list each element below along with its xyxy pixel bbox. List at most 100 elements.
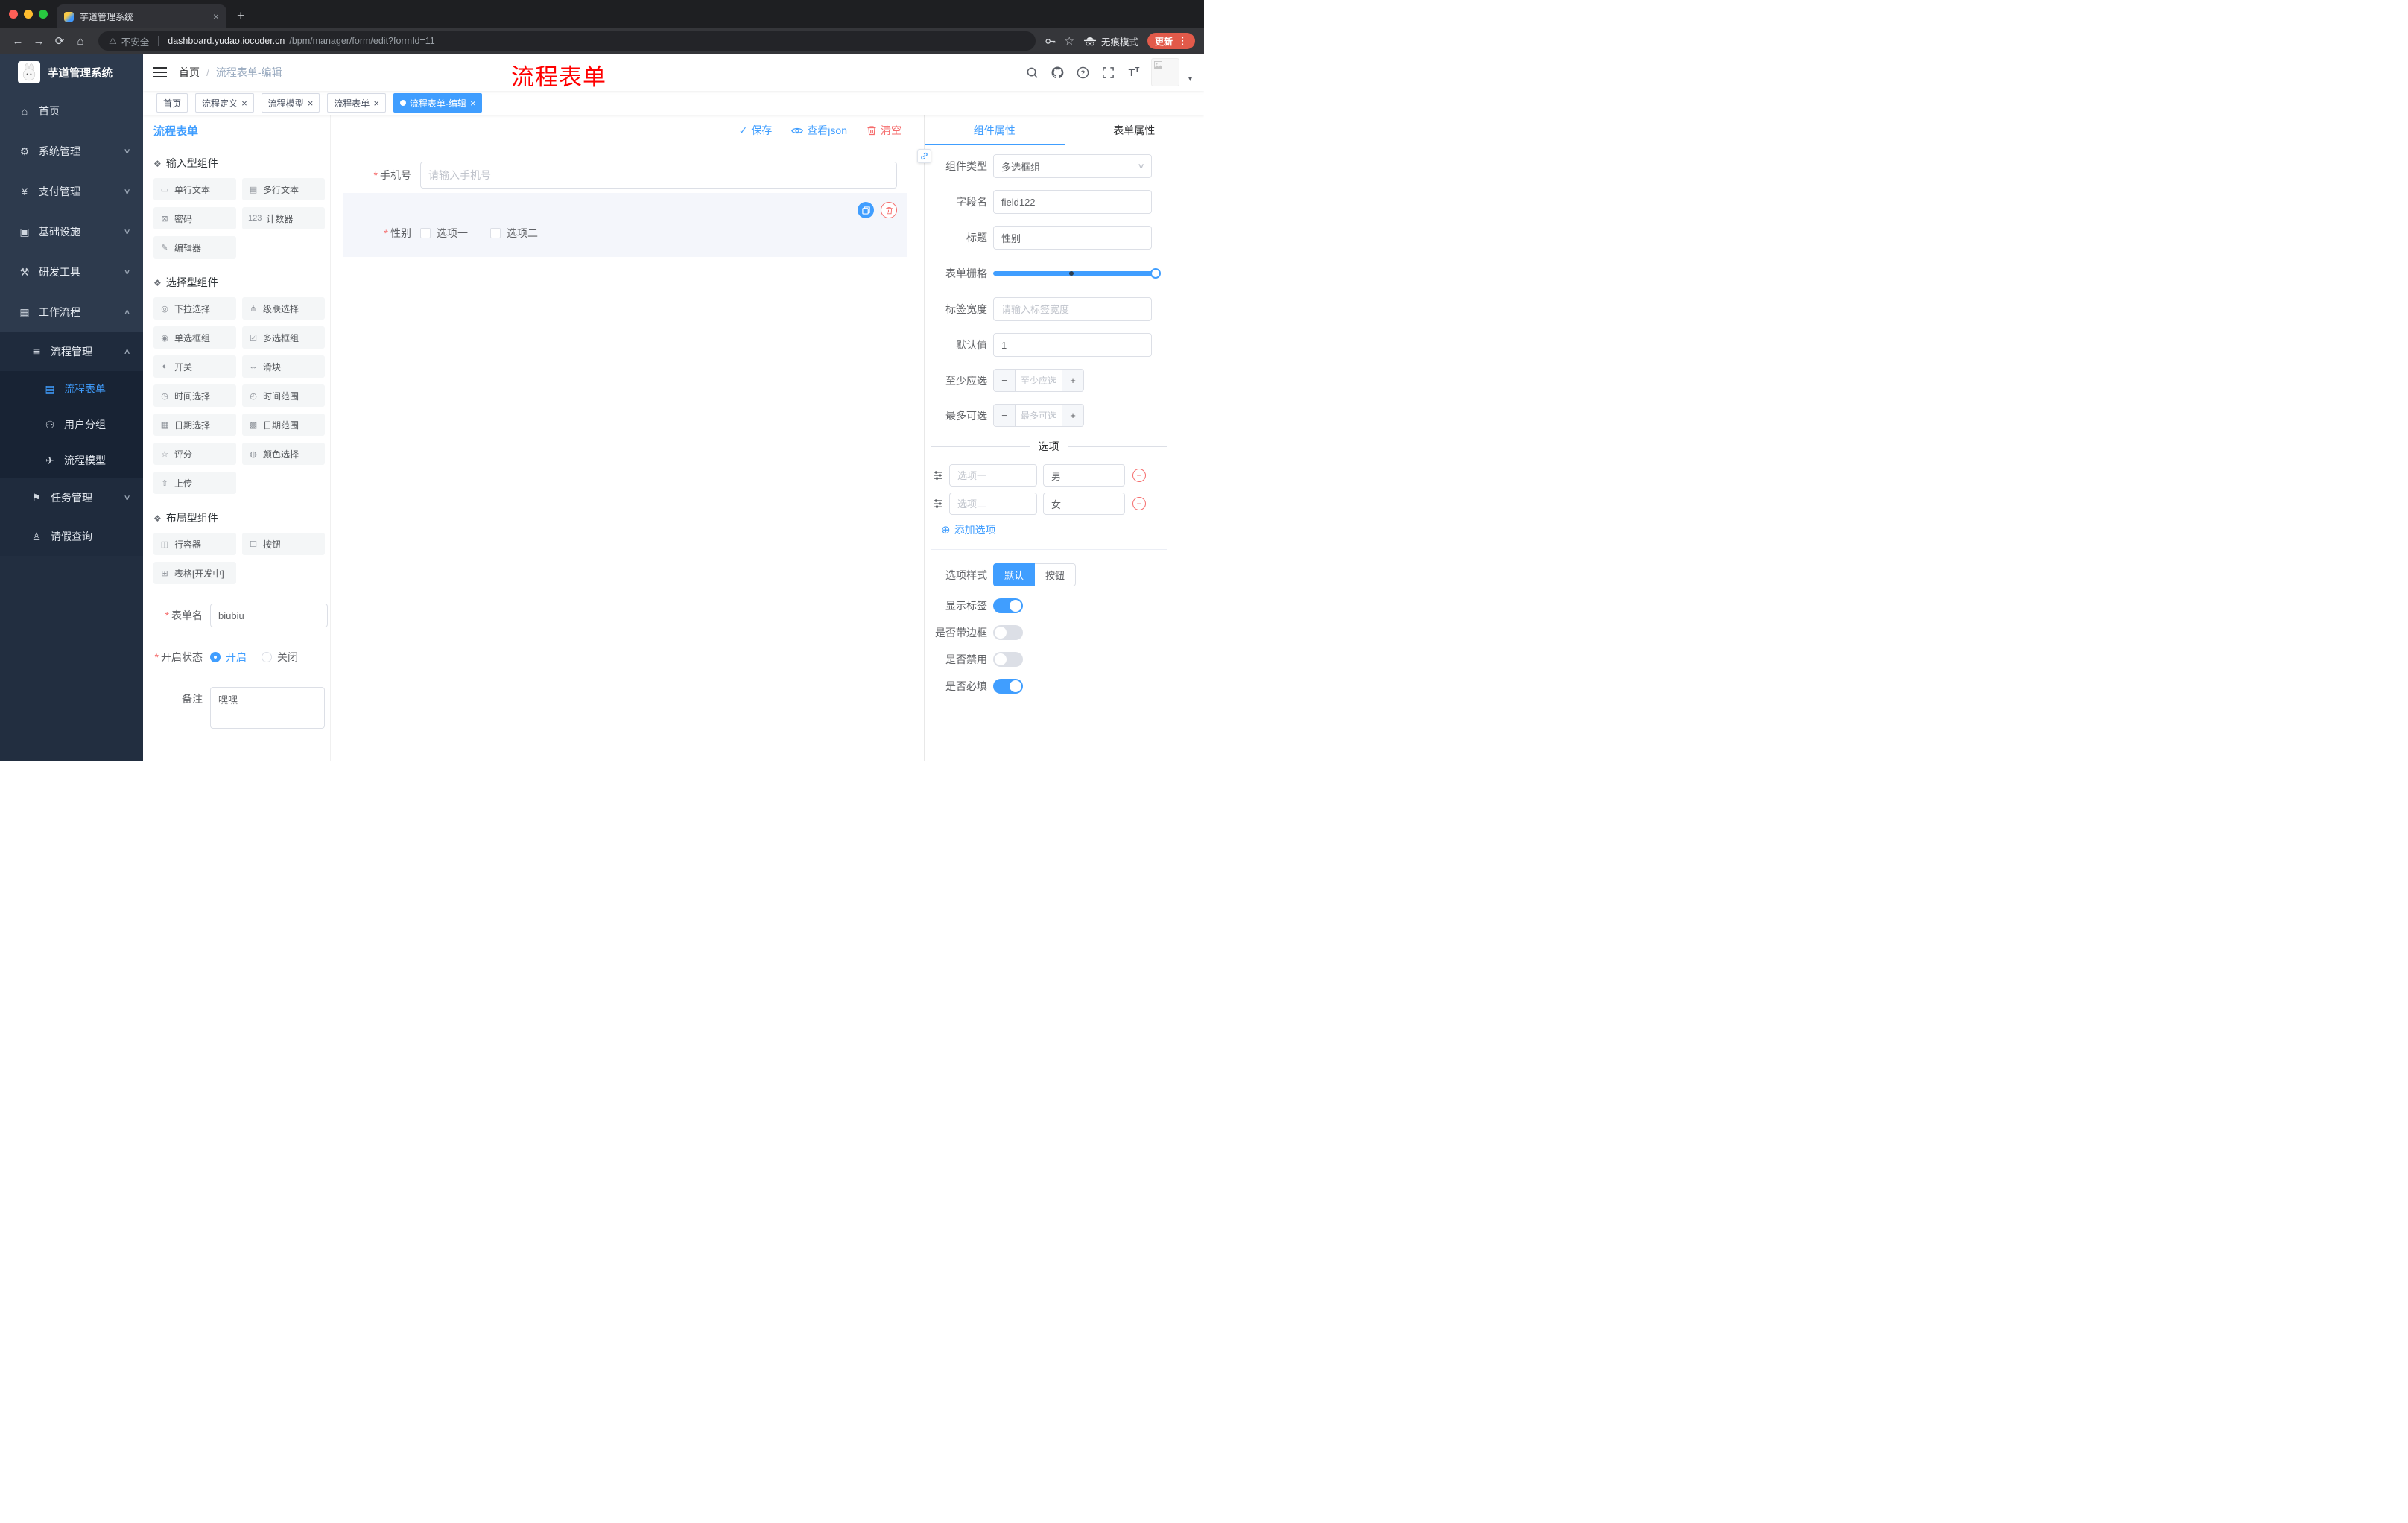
- decrease-button[interactable]: [994, 405, 1016, 426]
- add-option-button[interactable]: 添加选项: [941, 522, 1167, 537]
- url-bar[interactable]: 不安全 dashboard.yudao.iocoder.cn /bpm/mana…: [98, 31, 1036, 51]
- avatar-caret-icon[interactable]: [1188, 75, 1192, 83]
- link-icon[interactable]: [917, 149, 931, 163]
- palette-component[interactable]: ◍ 颜色选择: [242, 443, 325, 465]
- palette-component[interactable]: ▭ 单行文本: [153, 178, 236, 200]
- tag[interactable]: 流程定义: [195, 93, 254, 113]
- palette-component[interactable]: ☐ 按钮: [242, 533, 325, 555]
- fullscreen-icon[interactable]: [1100, 66, 1117, 79]
- palette-component[interactable]: ◷ 时间选择: [153, 384, 236, 407]
- browser-menu-icon[interactable]: [1178, 35, 1188, 47]
- title-input[interactable]: [993, 226, 1152, 250]
- palette-component[interactable]: ⋔ 级联选择: [242, 297, 325, 320]
- bookmark-star-icon[interactable]: [1065, 34, 1074, 48]
- view-json-button[interactable]: 查看json: [791, 123, 847, 138]
- status-on-radio[interactable]: 开启: [210, 650, 247, 665]
- clear-button[interactable]: 清空: [866, 123, 902, 138]
- tab-form-props[interactable]: 表单属性: [1065, 115, 1205, 145]
- checkbox-icon[interactable]: [490, 228, 501, 238]
- search-icon[interactable]: [1024, 66, 1041, 79]
- palette-component[interactable]: ◫ 行容器: [153, 533, 236, 555]
- palette-component[interactable]: ☆ 评分: [153, 443, 236, 465]
- option-value-input[interactable]: [1043, 464, 1125, 487]
- tag[interactable]: 流程表单: [327, 93, 386, 113]
- sidebar-menu-item[interactable]: ⚑ 任务管理: [0, 478, 143, 517]
- browser-home-icon[interactable]: ⌂: [72, 35, 89, 48]
- palette-component[interactable]: ▤ 多行文本: [242, 178, 325, 200]
- checkbox-option[interactable]: 选项二: [490, 226, 538, 241]
- tag[interactable]: 流程模型: [261, 93, 320, 113]
- palette-component[interactable]: ▩ 日期范围: [242, 414, 325, 436]
- stepper-placeholder[interactable]: 至少应选: [1016, 370, 1062, 391]
- new-tab-button[interactable]: [237, 8, 245, 24]
- form-name-input[interactable]: [210, 604, 328, 627]
- sidebar-menu-item[interactable]: ▦ 工作流程: [0, 292, 143, 332]
- sidebar-menu-item[interactable]: ≣ 流程管理: [0, 332, 143, 371]
- tag-close-icon[interactable]: [373, 98, 379, 108]
- window-close-button[interactable]: [9, 10, 18, 19]
- slider-handle[interactable]: [1150, 268, 1161, 279]
- palette-component[interactable]: ↔ 滑块: [242, 355, 325, 378]
- palette-component[interactable]: ☑ 多选框组: [242, 326, 325, 349]
- key-icon[interactable]: [1045, 36, 1056, 47]
- option-label-input[interactable]: [949, 464, 1037, 487]
- sidebar-menu-item[interactable]: ✈ 流程模型: [0, 443, 143, 478]
- toggle-switch[interactable]: [993, 652, 1023, 667]
- selected-field-block[interactable]: 性别 选项一: [343, 193, 907, 257]
- palette-component[interactable]: ◉ 单选框组: [153, 326, 236, 349]
- checkbox-option[interactable]: 选项一: [420, 226, 468, 241]
- remove-option-button[interactable]: [1132, 497, 1146, 510]
- delete-field-button[interactable]: [881, 202, 897, 218]
- sidebar-menu-item[interactable]: ⚙ 系统管理: [0, 131, 143, 171]
- window-minimize-button[interactable]: [24, 10, 33, 19]
- back-icon[interactable]: ←: [9, 35, 27, 48]
- checkbox-icon[interactable]: [420, 228, 431, 238]
- palette-component[interactable]: ⊠ 密码: [153, 207, 236, 229]
- breadcrumb-home[interactable]: 首页: [179, 65, 200, 80]
- copy-field-button[interactable]: [858, 202, 874, 218]
- field-name-input[interactable]: [993, 190, 1152, 214]
- tag-close-icon[interactable]: [470, 98, 476, 108]
- option-style-default-button[interactable]: 默认: [993, 563, 1036, 586]
- sidebar-menu-item[interactable]: ¥ 支付管理: [0, 171, 143, 212]
- slider-track[interactable]: [993, 268, 1161, 279]
- avatar[interactable]: [1150, 58, 1179, 86]
- toggle-switch[interactable]: [993, 598, 1023, 613]
- tab-close-icon[interactable]: [213, 10, 219, 22]
- phone-field-row[interactable]: 手机号: [343, 162, 907, 189]
- palette-component[interactable]: ⇧ 上传: [153, 472, 236, 494]
- increase-button[interactable]: [1062, 405, 1083, 426]
- stepper-placeholder[interactable]: 最多可选: [1016, 405, 1062, 426]
- browser-tab[interactable]: 芋道管理系统: [57, 4, 226, 28]
- tag[interactable]: 流程表单-编辑: [393, 93, 483, 113]
- sidebar-menu-item[interactable]: ▤ 流程表单: [0, 371, 143, 407]
- remove-option-button[interactable]: [1132, 469, 1146, 482]
- palette-component[interactable]: ▦ 日期选择: [153, 414, 236, 436]
- toggle-switch[interactable]: [993, 679, 1023, 694]
- tag-close-icon[interactable]: [241, 98, 247, 108]
- tab-component-props[interactable]: 组件属性: [925, 115, 1065, 145]
- increase-button[interactable]: [1062, 370, 1083, 391]
- drag-handle-icon[interactable]: [933, 470, 943, 481]
- component-type-select[interactable]: 多选框组: [993, 154, 1152, 178]
- option-value-input[interactable]: [1043, 493, 1125, 515]
- decrease-button[interactable]: [994, 370, 1016, 391]
- palette-component[interactable]: ◴ 时间范围: [242, 384, 325, 407]
- palette-component[interactable]: 123 计数器: [242, 207, 325, 229]
- form-remark-textarea[interactable]: 嘿嘿: [210, 687, 325, 729]
- hamburger-icon[interactable]: [153, 66, 167, 78]
- palette-component[interactable]: ◐ 开关: [153, 355, 236, 378]
- reload-icon[interactable]: ⟳: [51, 34, 69, 48]
- phone-input[interactable]: [420, 162, 897, 189]
- save-button[interactable]: 保存: [739, 123, 772, 138]
- help-icon[interactable]: ?: [1075, 66, 1091, 79]
- tag-close-icon[interactable]: [308, 98, 314, 108]
- tag[interactable]: 首页: [156, 93, 188, 113]
- drag-handle-icon[interactable]: [933, 498, 943, 509]
- default-value-input[interactable]: [993, 333, 1152, 357]
- palette-component[interactable]: ✎ 编辑器: [153, 236, 236, 259]
- palette-component[interactable]: ◎ 下拉选择: [153, 297, 236, 320]
- window-zoom-button[interactable]: [39, 10, 48, 19]
- form-grid-slider[interactable]: [993, 262, 1161, 285]
- sidebar-menu-item[interactable]: ▣ 基础设施: [0, 212, 143, 252]
